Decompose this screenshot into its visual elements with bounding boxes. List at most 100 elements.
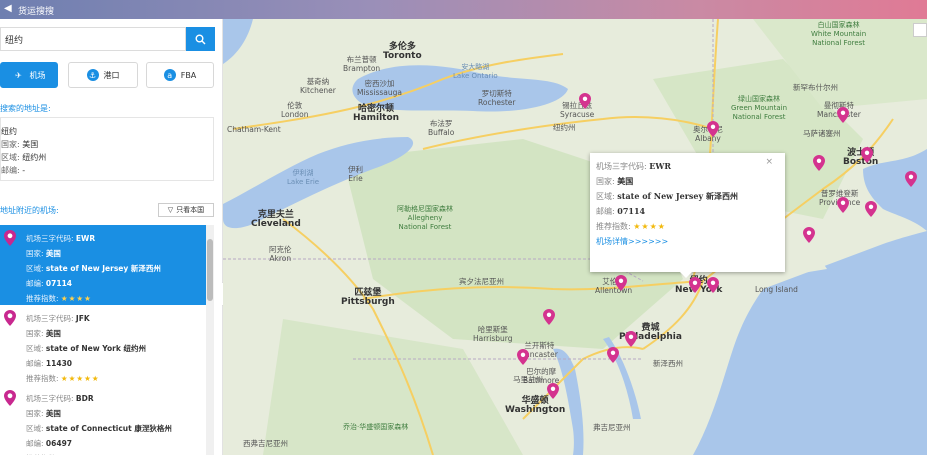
rating-label: 推荐指数:: [26, 294, 59, 303]
airport-zip: 06497: [45, 439, 73, 448]
airport-list-item[interactable]: 机场三字代码: BDR 国家: 美国 区域: state of Connecti…: [0, 385, 206, 455]
airport-marker-icon[interactable]: [547, 383, 559, 399]
tab-fba[interactable]: a FBA: [146, 62, 214, 88]
airport-marker-icon[interactable]: [837, 197, 849, 213]
airport-marker-icon[interactable]: [707, 121, 719, 137]
airport-zip: 11430: [45, 359, 73, 368]
map-label-george-washington-forest: 乔治·华盛顿国家森林: [343, 423, 409, 431]
airport-zip: 07114: [45, 279, 73, 288]
country-label: 国家:: [26, 409, 44, 418]
zip-label: 邮编:: [1, 166, 20, 175]
map-label-allegheny-forest: 阿勒格尼国家森林 Allegheny National Forest: [397, 205, 453, 231]
location-pin-icon: [4, 310, 16, 326]
searched-address-title: 搜索的地址是:: [0, 104, 51, 113]
airport-marker-icon[interactable]: [625, 331, 637, 347]
map-view[interactable]: 布兰普顿 Brampton 多伦多 Toronto 基奇纳 Kitchener 密西沙…: [223, 19, 927, 455]
map-label-virginia: 弗吉尼亚州: [593, 423, 631, 432]
searched-country-row: 国家: 美国: [1, 138, 213, 151]
country-label: 国家:: [26, 329, 44, 338]
airport-marker-icon[interactable]: [689, 277, 701, 293]
tab-port[interactable]: ⚓ 港口: [68, 62, 138, 88]
popup-country: 美国: [617, 176, 634, 186]
zip-label: 邮编:: [26, 279, 44, 288]
airport-country: 美国: [45, 249, 61, 258]
popup-region: state of New Jersey 新泽西州: [617, 191, 738, 201]
anchor-icon: ⚓: [86, 69, 99, 81]
airport-marker-icon[interactable]: [615, 275, 627, 291]
close-icon[interactable]: ×: [765, 155, 773, 170]
location-pin-icon: [4, 230, 16, 246]
airport-details-link[interactable]: 机场详情>>>>>>: [596, 234, 785, 249]
map-label-new-hampshire: 新罕布什尔州: [793, 83, 838, 92]
map-label-washington: 华盛顿 Washington: [505, 396, 566, 415]
map-label-lake-ontario: 安大略湖 Lake Ontario: [453, 63, 498, 80]
map-label-west-virginia: 西弗吉尼亚州: [243, 439, 288, 448]
country-label: 国家:: [1, 140, 20, 149]
code-label: 机场三字代码:: [26, 394, 74, 403]
type-tabs: ✈ 机场 ⚓ 港口 a FBA: [0, 62, 222, 88]
only-domestic-button[interactable]: ▽ 只看本国: [158, 203, 214, 217]
map-label-long-island: Long Island: [755, 285, 798, 294]
airport-marker-icon[interactable]: [607, 347, 619, 363]
popup-rating-label: 推荐指数:: [596, 222, 631, 231]
zip-label: 邮编:: [26, 359, 44, 368]
region-label: 区域:: [26, 264, 44, 273]
back-icon[interactable]: ◀: [4, 3, 12, 14]
plane-icon: ✈: [15, 70, 22, 80]
map-label-mississauga: 密西沙加 Mississauga: [357, 79, 402, 97]
search-input[interactable]: 纽约: [0, 27, 186, 51]
airport-region: state of New York 纽约州: [45, 344, 146, 353]
map-label-pittsburgh: 匹兹堡 Pittsburgh: [341, 288, 395, 307]
searched-address-box: 纽约 国家: 美国 区域: 纽约州 邮编: -: [0, 117, 214, 181]
searched-region-row: 区域: 纽约州: [1, 151, 213, 164]
map-label-london: 伦敦 London: [281, 101, 309, 119]
popup-country-label: 国家:: [596, 177, 615, 186]
airport-region: state of New Jersey 新泽西州: [45, 264, 161, 273]
airport-marker-icon[interactable]: [905, 171, 917, 187]
airport-marker-icon[interactable]: [517, 349, 529, 365]
country-label: 国家:: [26, 249, 44, 258]
map-label-pennsylvania: 宾夕法尼亚州: [459, 277, 504, 286]
airport-marker-icon[interactable]: [813, 155, 825, 171]
tab-port-label: 港口: [103, 70, 120, 80]
airport-list-item[interactable]: 机场三字代码: JFK 国家: 美国 区域: state of New York…: [0, 305, 206, 385]
airport-list-item[interactable]: 机场三字代码: EWR 国家: 美国 区域: state of New Jers…: [0, 225, 206, 305]
airport-code: JFK: [75, 314, 90, 323]
tab-fba-label: FBA: [180, 70, 197, 80]
searched-zip-row: 邮编: -: [1, 164, 213, 177]
popup-zip-label: 邮编:: [596, 207, 615, 216]
popup-code-label: 机场三字代码:: [596, 162, 647, 171]
airport-list: 机场三字代码: EWR 国家: 美国 区域: state of New Jers…: [0, 225, 206, 455]
airport-marker-icon[interactable]: [865, 201, 877, 217]
airport-marker-icon[interactable]: [861, 147, 873, 163]
search-button[interactable]: [186, 27, 215, 51]
popup-region-label: 区域:: [596, 192, 615, 201]
airport-marker-icon[interactable]: [837, 107, 849, 123]
map-label-erie: 伊利 Erie: [348, 165, 363, 183]
region-label: 区域:: [1, 153, 20, 162]
map-label-ny-state: 纽约州: [553, 123, 576, 132]
app-title: 货运搜搜: [18, 7, 55, 17]
map-label-brampton: 布兰普顿 Brampton: [343, 55, 381, 73]
tab-airport-label: 机场: [29, 70, 46, 80]
airport-region: state of Connecticut 康涅狄格州: [45, 424, 172, 433]
tab-airport[interactable]: ✈ 机场: [0, 62, 58, 88]
airport-country: 美国: [45, 329, 61, 338]
region-label: 区域:: [26, 424, 44, 433]
region-label: 区域:: [26, 344, 44, 353]
map-label-chatham-kent: Chatham-Kent: [227, 125, 281, 134]
airport-marker-icon[interactable]: [543, 309, 555, 325]
map-label-harrisburg: 哈里斯堡 Harrisburg: [473, 325, 513, 343]
map-label-kitchener: 基奇纳 Kitchener: [300, 77, 336, 95]
airport-marker-icon[interactable]: [803, 227, 815, 243]
airport-marker-icon[interactable]: [707, 277, 719, 293]
airport-marker-icon[interactable]: [579, 93, 591, 109]
airport-country: 美国: [45, 409, 61, 418]
code-label: 机场三字代码:: [26, 314, 74, 323]
map-zoom-control[interactable]: [913, 23, 927, 37]
top-bar: ◀ 货运搜搜: [0, 0, 927, 19]
popup-pointer: [680, 272, 692, 278]
side-panel: 纽约 ✈ 机场 ⚓ 港口 a FBA 搜索的地址是: 纽约 国家: 美国 区域:…: [0, 19, 223, 455]
map-label-white-mountain-forest: 白山国家森林 White Mountain National Forest: [811, 21, 867, 47]
list-scrollbar-thumb[interactable]: [207, 239, 213, 301]
